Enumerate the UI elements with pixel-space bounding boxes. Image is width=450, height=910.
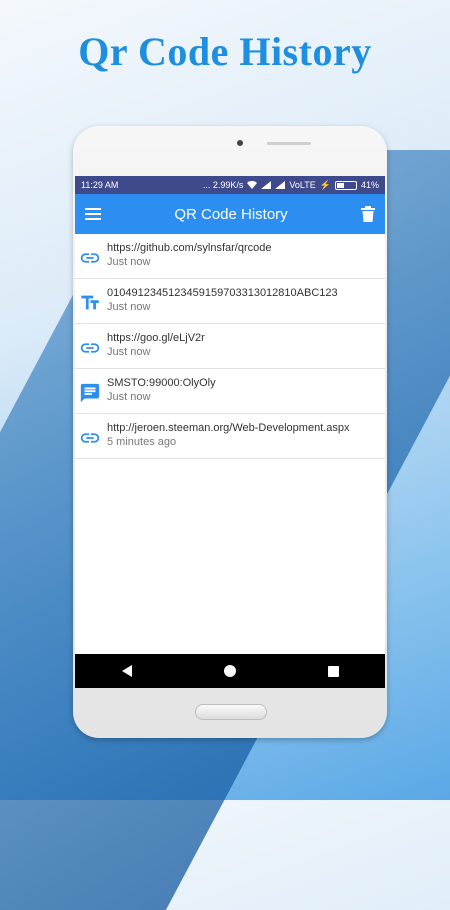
- delete-icon[interactable]: [361, 206, 375, 222]
- history-item-time: Just now: [107, 346, 151, 358]
- recents-icon[interactable]: [328, 665, 340, 677]
- wifi-icon: [247, 181, 258, 189]
- signal-icon: [261, 181, 272, 189]
- text-icon: [81, 295, 99, 310]
- history-item[interactable]: http://jeroen.steeman.org/Web-Developmen…: [75, 414, 385, 459]
- home-icon[interactable]: [224, 665, 237, 677]
- hardware-home-button[interactable]: [195, 704, 267, 720]
- earpiece: [267, 142, 311, 145]
- history-item-time: Just now: [107, 256, 151, 268]
- history-item-value: 0104912345123459159703313012810ABC123: [107, 287, 338, 299]
- link-icon: [80, 343, 100, 353]
- history-item-value: SMSTO:99000:OlyOly: [107, 377, 216, 389]
- history-item-time: 5 minutes ago: [107, 436, 177, 448]
- back-icon[interactable]: [121, 665, 133, 677]
- history-item-value: https://github.com/sylnsfar/qrcode: [107, 242, 272, 254]
- link-icon: [80, 433, 100, 443]
- history-item-time: Just now: [107, 391, 151, 403]
- app-bar: QR Code History: [75, 194, 385, 234]
- history-item[interactable]: SMSTO:99000:OlyOly Just now: [75, 369, 385, 414]
- status-indicators: ... 2.99K/s VoLTE ⚡ 41%: [203, 180, 379, 191]
- network-speed: ... 2.99K/s: [202, 180, 244, 190]
- charging-icon: ⚡: [319, 179, 331, 190]
- status-bar: 11:29 AM ... 2.99K/s VoLTE ⚡ 41%: [75, 176, 385, 194]
- battery-icon: [334, 180, 357, 190]
- promo-title: Qr Code History: [78, 29, 372, 74]
- sms-icon: [80, 383, 100, 403]
- front-camera: [237, 140, 243, 146]
- status-time: 11:29 AM: [81, 180, 119, 190]
- menu-icon[interactable]: [85, 208, 101, 220]
- history-list: https://github.com/sylnsfar/qrcode Just …: [75, 234, 385, 459]
- history-item-value: http://jeroen.steeman.org/Web-Developmen…: [107, 422, 350, 434]
- history-item[interactable]: 0104912345123459159703313012810ABC123 Ju…: [75, 279, 385, 324]
- phone-frame: 11:29 AM ... 2.99K/s VoLTE ⚡ 41% QR Code…: [73, 126, 387, 738]
- link-icon: [80, 253, 100, 263]
- signal-icon-2: [275, 181, 286, 189]
- history-item-time: Just now: [107, 301, 151, 313]
- phone-screen: 11:29 AM ... 2.99K/s VoLTE ⚡ 41% QR Code…: [75, 176, 385, 688]
- battery-level: 41%: [360, 180, 379, 190]
- history-item[interactable]: https://github.com/sylnsfar/qrcode Just …: [75, 234, 385, 279]
- history-item-value: https://goo.gl/eLjV2r: [107, 332, 205, 344]
- navigation-bar: [75, 654, 385, 688]
- network-type: VoLTE: [289, 180, 316, 190]
- history-item[interactable]: https://goo.gl/eLjV2r Just now: [75, 324, 385, 369]
- app-title: QR Code History: [174, 205, 288, 223]
